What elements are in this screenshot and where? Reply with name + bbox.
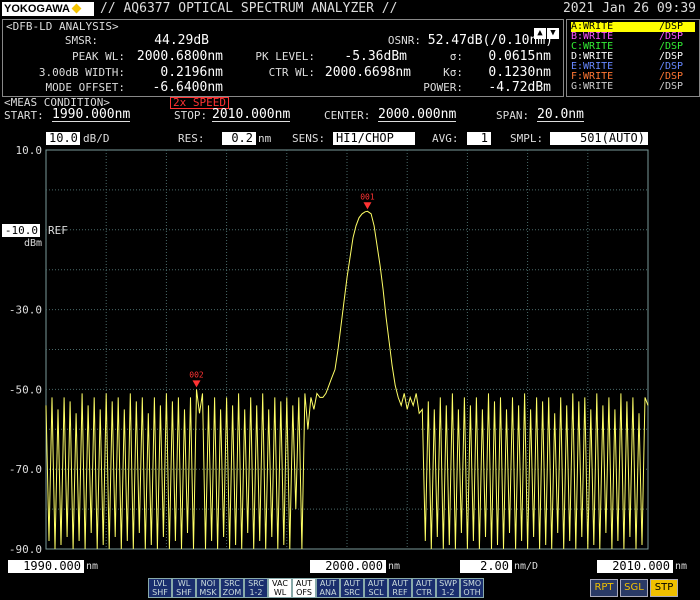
softkey-bottom: MSK <box>199 588 217 597</box>
softkey-bottom: SRC <box>344 588 360 597</box>
softkey-noi-msk[interactable]: NOI MSK <box>196 578 220 598</box>
softkey-src-zom[interactable]: SRC ZOM <box>220 578 244 598</box>
softkey-wl-shf[interactable]: WL SHF <box>172 578 196 598</box>
y-tick-label: -70.0 <box>9 463 42 476</box>
softkey-src-1-2[interactable]: SRC 1-2 <box>244 578 268 598</box>
softkey-bottom: SHF <box>152 588 168 597</box>
marker-001-icon <box>363 202 372 210</box>
rpt-button[interactable]: RPT <box>590 579 618 597</box>
softkey-bottom: OFS <box>296 588 312 597</box>
softkey-top: VAC <box>272 579 288 588</box>
softkey-top: SWP <box>439 579 457 588</box>
softkey-top: NOI <box>200 579 216 588</box>
stp-button[interactable]: STP <box>650 579 678 597</box>
y-tick-label: 10.0 <box>16 144 43 157</box>
softkey-top: SRC <box>224 579 240 588</box>
softkey-lvl-shf[interactable]: LVL SHF <box>148 578 172 598</box>
softkey-top: AUT <box>295 579 313 588</box>
softkey-aut-src[interactable]: AUT SRC <box>340 578 364 598</box>
softkey-top: AUT <box>415 579 433 588</box>
marker-002-icon <box>192 380 201 388</box>
x-div-unit: nm/D <box>514 561 539 572</box>
softkey-vac-wl[interactable]: VAC WL <box>268 578 292 598</box>
marker-label: 001 <box>360 192 375 201</box>
softkey-bottom: 1-2 <box>441 588 455 597</box>
softkey-top: WL <box>177 579 191 588</box>
x-stop-value[interactable]: 2010.000 <box>597 560 673 573</box>
softkey-aut-ctr[interactable]: AUT CTR <box>412 578 436 598</box>
x-div-value[interactable]: 2.00 <box>460 560 512 573</box>
softkey-top: AUT <box>319 579 337 588</box>
x-stop-unit: nm <box>675 561 688 572</box>
x-start-unit: nm <box>86 561 99 572</box>
ref-level-value[interactable]: -10.0 <box>2 224 40 237</box>
softkey-smo-oth[interactable]: SMO OTH <box>460 578 484 598</box>
softkey-top: AUT <box>343 579 361 588</box>
y-tick-label: -50.0 <box>9 383 42 396</box>
softkey-top: LVL <box>153 579 167 588</box>
softkey-top: SMO <box>462 579 482 588</box>
softkey-top: AUT <box>367 579 385 588</box>
ref-unit: dBm <box>23 238 42 249</box>
softkey-top: SRC <box>248 579 264 588</box>
softkey-bottom: REF <box>392 588 408 597</box>
softkey-aut-scl[interactable]: AUT SCL <box>364 578 388 598</box>
softkey-bottom: SCL <box>368 588 384 597</box>
marker-label: 002 <box>189 370 204 379</box>
softkey-aut-ofs[interactable]: AUT OFS <box>292 578 316 598</box>
softkey-bottom: CTR <box>415 588 433 597</box>
softkey-bottom: ANA <box>319 588 337 597</box>
x-center-unit: nm <box>388 561 401 572</box>
softkey-bottom: SHF <box>176 588 192 597</box>
softkey-bottom: WL <box>273 588 287 597</box>
softkey-top: AUT <box>391 579 409 588</box>
softkey-bottom: ZOM <box>222 588 242 597</box>
y-tick-label: -30.0 <box>9 304 42 317</box>
softkey-swp-1-2[interactable]: SWP 1-2 <box>436 578 460 598</box>
softkey-bottom: OTH <box>463 588 481 597</box>
softkey-bottom: 1-2 <box>249 588 263 597</box>
spectrum-plot[interactable]: 001 002 10.0 -30.0 -50.0 -70.0 -90.0 <box>0 0 700 600</box>
softkey-aut-ref[interactable]: AUT REF <box>388 578 412 598</box>
y-tick-label: -90.0 <box>9 543 42 556</box>
x-start-value[interactable]: 1990.000 <box>8 560 84 573</box>
sgl-button[interactable]: SGL <box>620 579 648 597</box>
softkey-aut-ana[interactable]: AUT ANA <box>316 578 340 598</box>
ref-label: REF <box>48 224 68 237</box>
x-center-value[interactable]: 2000.000 <box>310 560 386 573</box>
